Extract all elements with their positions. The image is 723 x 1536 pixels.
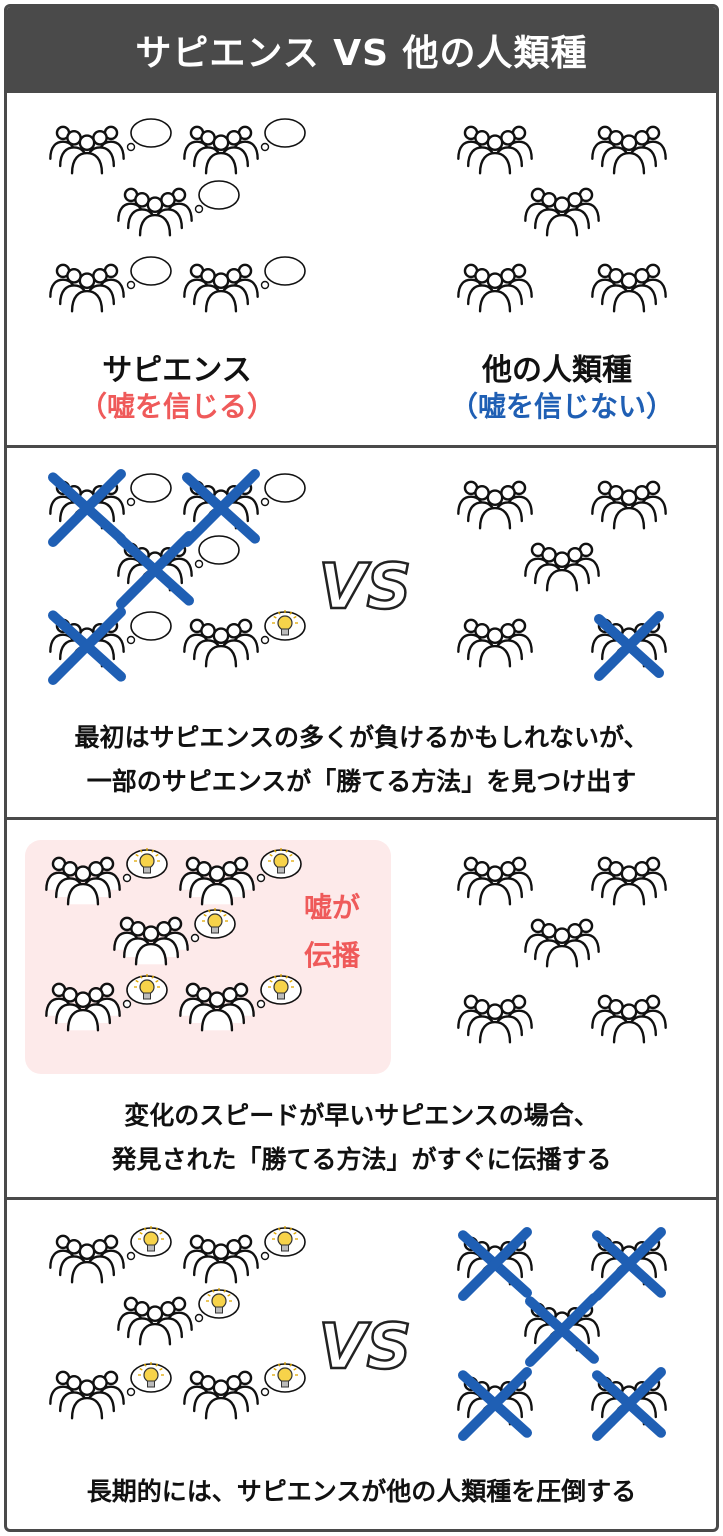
speech-bubble-icon xyxy=(126,611,172,645)
speech-bubble-icon xyxy=(260,118,306,152)
panel-long-term: VS 長期的には、サピエンスが他の人類種を圧倒する xyxy=(7,1197,716,1529)
lightbulb-bubble-icon xyxy=(256,974,302,1009)
panel2-caption-line2: 一部のサピエンスが「勝てる方法」を見つけ出す xyxy=(86,767,637,796)
group-of-people-icon xyxy=(591,480,667,530)
page-title: サピエンス VS 他の人類種 xyxy=(7,7,716,93)
group-of-people-icon xyxy=(457,994,533,1044)
speech-bubble-icon xyxy=(194,180,240,214)
panel-intro: サピエンス （嘘を信じる） 他の人類種 （嘘を信じない） xyxy=(7,93,716,445)
group-of-people-icon xyxy=(524,542,600,592)
group-of-people-icon xyxy=(183,1370,259,1420)
group-of-people-icon xyxy=(591,856,667,906)
group-of-people-icon xyxy=(524,918,600,968)
spread-label-line1: 嘘が xyxy=(303,891,360,924)
group-of-people-icon xyxy=(179,856,255,906)
speech-bubble-icon xyxy=(260,473,306,507)
lightbulb-bubble-icon xyxy=(256,848,302,883)
vs-outline-icon: VS xyxy=(319,1310,412,1383)
lightbulb-bubble-icon xyxy=(122,974,168,1009)
panel-early-battle: VS 最初はサピエンスの多くが負けるかもしれないが、 一部のサピエンスが「勝てる… xyxy=(7,445,716,817)
group-of-people-icon xyxy=(183,1234,259,1284)
others-label: 他の人類種 xyxy=(482,353,632,388)
group-of-people-icon xyxy=(45,856,121,906)
group-of-people-icon xyxy=(183,125,259,175)
group-of-people-icon xyxy=(49,263,125,313)
group-of-people-icon xyxy=(45,982,121,1032)
panel2-caption-line1: 最初はサピエンスの多くが負けるかもしれないが、 xyxy=(74,723,649,752)
group-of-people-icon xyxy=(591,125,667,175)
group-of-people-icon xyxy=(457,125,533,175)
group-of-people-icon xyxy=(524,187,600,237)
spread-label-line2: 伝播 xyxy=(303,939,360,972)
group-of-people-icon xyxy=(457,263,533,313)
panel3-caption-line1: 変化のスピードが早いサピエンスの場合、 xyxy=(124,1101,599,1130)
group-of-people-icon xyxy=(113,916,189,966)
speech-bubble-icon xyxy=(126,256,172,290)
lightbulb-bubble-icon xyxy=(122,848,168,883)
speech-bubble-icon xyxy=(260,256,306,290)
group-of-people-icon xyxy=(117,1296,193,1346)
infographic-frame: サピエンス VS 他の人類種 サピエンス （嘘を信じる） 他の人類種 （嘘を信じ… xyxy=(4,4,719,1532)
group-of-people-icon xyxy=(591,994,667,1044)
lightbulb-bubble-icon xyxy=(194,1288,240,1323)
group-of-people-icon xyxy=(457,856,533,906)
group-of-people-icon xyxy=(591,263,667,313)
group-of-people-icon xyxy=(49,1370,125,1420)
group-of-people-icon xyxy=(49,125,125,175)
speech-bubble-icon xyxy=(126,118,172,152)
others-note: （嘘を信じない） xyxy=(449,390,674,423)
lightbulb-bubble-icon xyxy=(126,1362,172,1397)
vs-outline-icon: VS xyxy=(319,550,412,623)
group-of-people-icon xyxy=(49,1234,125,1284)
panel3-caption-line2: 発見された「勝てる方法」がすぐに伝播する xyxy=(111,1145,612,1174)
panel-spread: 嘘が 伝播 変化のスピードが早いサピエンスの場合、 発見された「勝てる方法」がす… xyxy=(7,817,716,1197)
group-of-people-icon xyxy=(457,480,533,530)
lightbulb-bubble-icon xyxy=(260,610,306,645)
group-of-people-icon xyxy=(457,618,533,668)
group-of-people-icon xyxy=(183,618,259,668)
lightbulb-bubble-icon xyxy=(190,908,236,943)
lightbulb-bubble-icon xyxy=(260,1226,306,1261)
group-of-people-icon xyxy=(179,982,255,1032)
lightbulb-bubble-icon xyxy=(126,1226,172,1261)
speech-bubble-icon xyxy=(194,535,240,569)
sapiens-note: （嘘を信じる） xyxy=(78,390,275,423)
panel4-caption: 長期的には、サピエンスが他の人類種を圧倒する xyxy=(86,1477,637,1506)
group-of-people-icon xyxy=(183,263,259,313)
group-of-people-icon xyxy=(117,187,193,237)
lightbulb-bubble-icon xyxy=(260,1362,306,1397)
sapiens-label: サピエンス xyxy=(102,353,252,388)
speech-bubble-icon xyxy=(126,473,172,507)
